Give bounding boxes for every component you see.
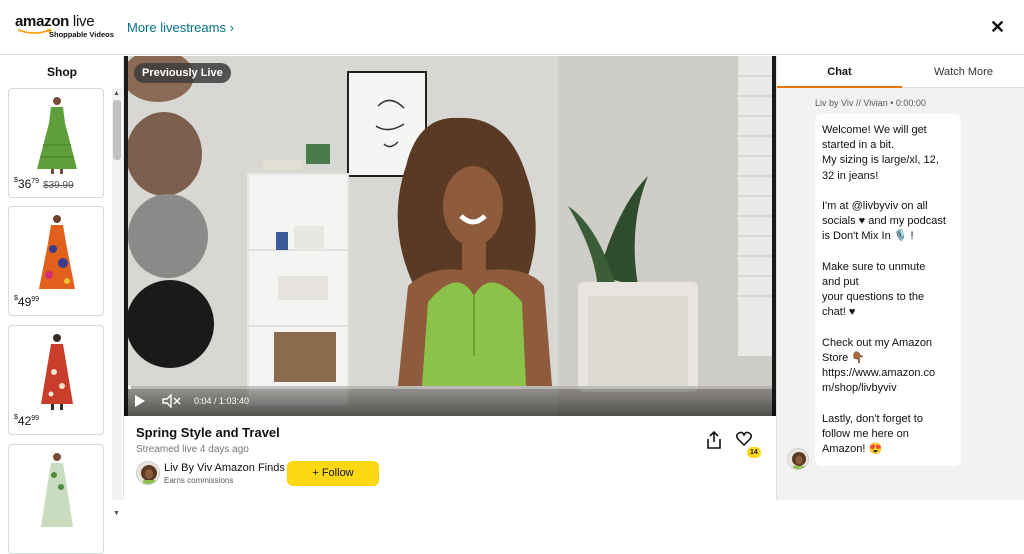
more-livestreams-link[interactable]: More livestreams › — [127, 20, 234, 35]
chat-paragraph: Lastly, don't forget to follow me here o… — [822, 412, 923, 456]
tab-watch-more[interactable]: Watch More — [902, 56, 1024, 88]
logo-subtitle: Shoppable Videos — [49, 30, 114, 39]
heart-icon[interactable] — [736, 431, 752, 446]
shop-panel: Shop $3679 $39.99 $4999 $4299 ▲ ▼ — [0, 56, 124, 554]
chat-panel: Chat Watch More Liv by Viv // Vivian • 0… — [776, 56, 1024, 500]
shop-scrollbar[interactable]: ▲ ▼ — [112, 88, 122, 517]
chat-paragraph: Check out my Amazon Store 👇🏾 https://www… — [822, 336, 936, 395]
product-card[interactable]: $4999 — [8, 206, 104, 316]
chat-tabs: Chat Watch More — [777, 56, 1024, 88]
like-count-badge: 14 — [747, 447, 761, 458]
tab-chat[interactable]: Chat — [777, 56, 902, 88]
share-icon[interactable] — [706, 431, 722, 449]
mute-icon[interactable] — [162, 394, 182, 408]
video-time: 0:04 / 1:03:40 — [194, 396, 250, 406]
shop-title: Shop — [47, 65, 77, 79]
product-price: $4999 — [14, 295, 40, 309]
close-icon[interactable]: ✕ — [990, 18, 1005, 36]
previously-live-badge: Previously Live — [134, 63, 231, 83]
product-price: $4299 — [14, 414, 40, 428]
scroll-up-arrow-icon[interactable]: ▲ — [113, 90, 120, 97]
product-card[interactable]: $3679 $39.99 — [8, 88, 104, 198]
logo-wordmark: amazon — [15, 13, 70, 30]
video-frame — [128, 56, 772, 416]
chat-avatar[interactable] — [787, 448, 809, 470]
channel-name[interactable]: Liv By Viv Amazon Finds — [164, 462, 285, 474]
streamed-date: Streamed live 4 days ago — [136, 444, 249, 455]
chat-paragraph: Welcome! We will get started in a bit. M… — [822, 124, 939, 182]
smile-arrow-icon — [17, 29, 52, 34]
product-price: $3679 $39.99 — [14, 177, 74, 191]
video-controls: 0:04 / 1:03:40 — [124, 386, 776, 416]
earns-commissions: Earns commissions — [164, 476, 234, 485]
product-card[interactable] — [8, 444, 104, 554]
video-player[interactable]: Previously Live 0:04 / 1:03:40 — [124, 56, 776, 416]
chat-message-bubble: Welcome! We will get started in a bit. M… — [815, 114, 961, 466]
avatar-image — [137, 462, 159, 484]
play-icon[interactable] — [134, 394, 146, 408]
progress-fill — [128, 386, 132, 389]
scroll-thumb[interactable] — [113, 100, 121, 160]
chat-message-meta: Liv by Viv // Vivian • 0:00:00 — [815, 98, 926, 108]
chat-paragraph: I'm at @livbyviv on all socials ♥ and my… — [822, 200, 946, 243]
product-card[interactable]: $4299 — [8, 325, 104, 435]
logo-live-text: live — [69, 13, 95, 30]
progress-bar[interactable] — [128, 386, 772, 389]
red-print-dress-image — [41, 334, 73, 410]
video-info: Spring Style and Travel Streamed live 4 … — [124, 416, 776, 500]
avatar-image — [788, 449, 808, 469]
follow-button[interactable]: + Follow — [287, 461, 379, 486]
floral-dress-image — [39, 215, 75, 289]
header: amazon live Shoppable Videos More livest… — [0, 0, 1024, 55]
was-price: $39.99 — [43, 180, 74, 191]
scroll-down-arrow-icon[interactable]: ▼ — [113, 510, 120, 517]
green-dress-image — [37, 97, 77, 174]
video-title: Spring Style and Travel — [136, 425, 280, 440]
chat-paragraph: Make sure to unmute and put your questio… — [822, 260, 926, 319]
amazon-live-logo[interactable]: amazon live Shoppable Videos — [15, 14, 115, 44]
channel-avatar[interactable] — [136, 461, 160, 485]
green-print-dress-image — [41, 453, 73, 527]
